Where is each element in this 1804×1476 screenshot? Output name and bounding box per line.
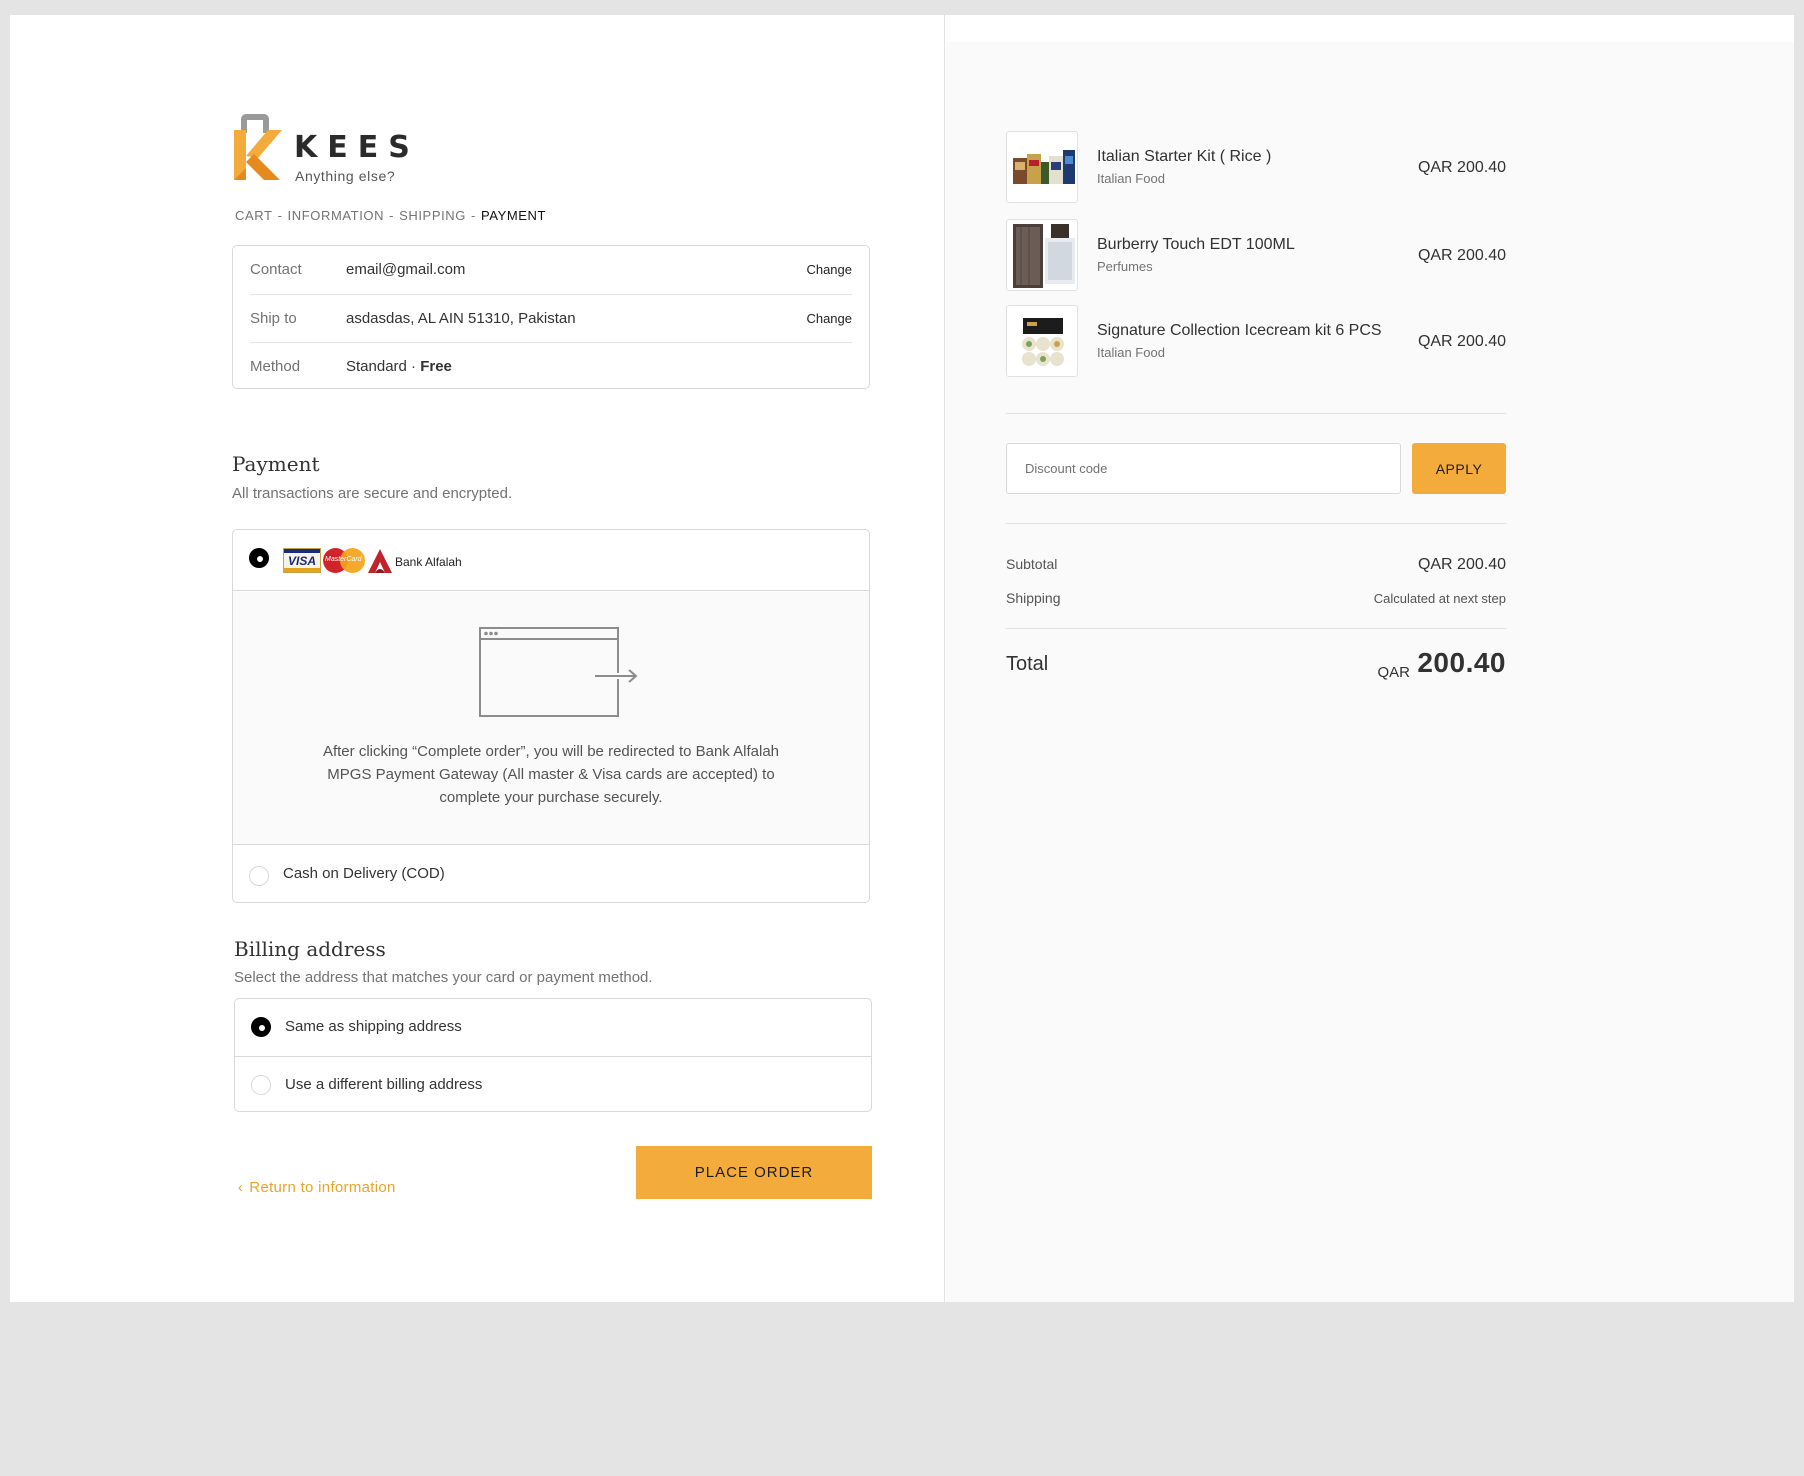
total-currency: QAR	[1377, 664, 1410, 681]
return-link-label: Return to information	[249, 1179, 396, 1196]
product-thumbnail	[1006, 131, 1078, 203]
mastercard-icon: MasterCard	[323, 548, 365, 573]
breadcrumb-separator: -	[277, 208, 283, 223]
payment-option-cod-label[interactable]: Cash on Delivery (COD)	[283, 865, 445, 882]
product-thumbnail	[1006, 305, 1078, 377]
item-price: QAR 200.40	[1417, 247, 1506, 264]
item-name: Burberry Touch EDT 100ML	[1097, 236, 1295, 253]
breadcrumb-cart[interactable]: CART	[235, 208, 273, 223]
product-thumbnail	[1006, 219, 1078, 291]
review-summary-box: Contact email@gmail.com Change Ship to a…	[232, 245, 870, 389]
accepted-cards: VISA MasterCard Bank Alfalah	[283, 546, 463, 576]
place-order-button[interactable]: PLACE ORDER	[636, 1146, 872, 1199]
section-divider	[1006, 523, 1506, 524]
change-contact-link[interactable]: Change	[806, 262, 852, 277]
order-item: Italian Starter Kit ( Rice ) Italian Foo…	[1006, 131, 1506, 203]
product-image-perfume	[1013, 224, 1075, 288]
payment-subtitle: All transactions are secure and encrypte…	[232, 485, 513, 502]
breadcrumb-information[interactable]: INFORMATION	[288, 208, 385, 223]
breadcrumb-separator: -	[389, 208, 395, 223]
order-item: Signature Collection Icecream kit 6 PCS …	[1006, 305, 1506, 377]
payment-radio-bank-alfalah[interactable]	[249, 548, 269, 568]
subtotal-value: QAR 200.40	[1417, 556, 1506, 573]
section-divider	[1006, 413, 1506, 414]
billing-option-same[interactable]: Same as shipping address	[235, 999, 871, 1056]
change-ship-to-link[interactable]: Change	[806, 311, 852, 326]
billing-radio-different[interactable]	[251, 1075, 271, 1095]
breadcrumb-payment: PAYMENT	[480, 208, 547, 223]
billing-title: Billing address	[234, 937, 386, 961]
checkout-page: KEES Anything else? CART - INFORMATION - SHI…	[10, 15, 1794, 1302]
total-amount: 200.40	[1417, 647, 1506, 678]
review-row-ship-to: Ship to asdasdas, AL AIN 51310, Pakistan…	[250, 294, 852, 342]
billing-option-label[interactable]: Use a different billing address	[285, 1076, 482, 1093]
billing-subtitle: Select the address that matches your car…	[234, 969, 653, 986]
shopping-bag-k-logo-icon	[234, 114, 282, 180]
method-value: Standard · Free	[346, 358, 452, 375]
payment-methods-box: VISA MasterCard Bank Alfalah After click…	[232, 529, 870, 903]
payment-title: Payment	[232, 452, 320, 476]
visa-card-text: VISA	[288, 554, 317, 568]
order-item: Burberry Touch EDT 100ML Perfumes QAR 20…	[1006, 219, 1506, 291]
item-name: Italian Starter Kit ( Rice )	[1097, 148, 1272, 165]
review-label: Method	[250, 358, 301, 375]
review-row-method: Method Standard · Free	[250, 342, 852, 390]
redirect-note: After clicking “Complete order”, you wil…	[322, 743, 780, 806]
mastercard-text: MasterCard	[325, 556, 362, 563]
product-image-rice-kit	[1013, 150, 1075, 184]
billing-radio-same[interactable]	[251, 1017, 271, 1037]
billing-options-box: Same as shipping address Use a different…	[234, 998, 872, 1112]
bank-alfalah-logo-icon	[368, 549, 392, 573]
contact-value: email@gmail.com	[346, 261, 466, 278]
item-price: QAR 200.40	[1417, 333, 1506, 350]
review-label: Contact	[250, 261, 302, 278]
breadcrumb: CART - INFORMATION - SHIPPING - PAYMENT	[235, 208, 546, 223]
shipping-label: Shipping	[1006, 590, 1061, 606]
item-name: Signature Collection Icecream kit 6 PCS	[1097, 322, 1382, 339]
brand-tagline: Anything else?	[295, 168, 396, 184]
order-summary-sidebar: Italian Starter Kit ( Rice ) Italian Foo…	[946, 42, 1794, 1302]
breadcrumb-shipping[interactable]: SHIPPING	[399, 208, 466, 223]
total-label: Total	[1006, 653, 1049, 675]
breadcrumb-separator: -	[471, 208, 476, 223]
ship-to-value: asdasdas, AL AIN 51310, Pakistan	[346, 310, 576, 327]
item-price: QAR 200.40	[1417, 159, 1506, 176]
section-divider	[1006, 628, 1506, 629]
kees-logo[interactable]: KEES Anything else?	[232, 110, 412, 190]
checkout-main-column: KEES Anything else? CART - INFORMATION - SHI…	[10, 15, 945, 1302]
chevron-left-icon: ‹	[238, 1179, 244, 1196]
subtotal-label: Subtotal	[1006, 556, 1058, 572]
brand-name: KEES	[294, 130, 420, 165]
payment-radio-cod[interactable]	[249, 866, 269, 886]
billing-option-different[interactable]: Use a different billing address	[235, 1056, 871, 1113]
item-category: Italian Food	[1097, 171, 1165, 186]
payment-redirect-info: After clicking “Complete order”, you wil…	[233, 592, 869, 845]
item-category: Italian Food	[1097, 345, 1165, 360]
visa-card-icon: VISA	[283, 548, 321, 573]
review-label: Ship to	[250, 310, 297, 327]
method-price: Free	[420, 358, 452, 375]
item-category: Perfumes	[1097, 259, 1153, 274]
shipping-value: Calculated at next step	[1373, 591, 1506, 606]
method-name: Standard ·	[346, 358, 421, 375]
browser-redirect-icon	[479, 627, 638, 717]
billing-option-label[interactable]: Same as shipping address	[285, 1018, 462, 1035]
apply-discount-button[interactable]: APPLY	[1412, 443, 1506, 494]
product-image-icecream-kit	[1022, 318, 1064, 366]
payment-option-bank-alfalah[interactable]: VISA MasterCard Bank Alfalah	[233, 530, 869, 591]
review-row-contact: Contact email@gmail.com Change	[250, 246, 852, 294]
bank-alfalah-label: Bank Alfalah	[395, 555, 462, 569]
return-to-information-link[interactable]: ‹ Return to information	[238, 1179, 396, 1196]
discount-code-input[interactable]	[1006, 443, 1401, 494]
